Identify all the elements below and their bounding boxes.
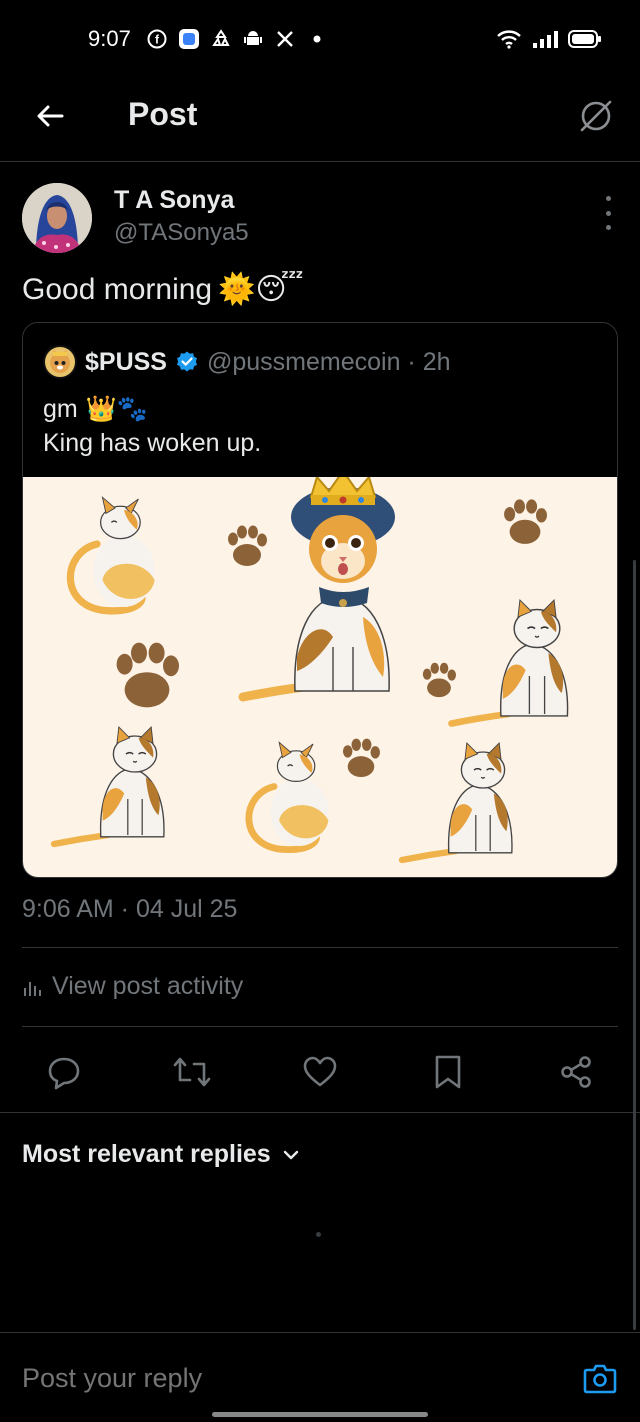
- loading-indicator: [316, 1232, 321, 1237]
- top-app-bar: Post: [0, 80, 640, 162]
- bookmark-icon: [435, 1055, 461, 1089]
- quoted-text-gm: gm: [43, 395, 78, 423]
- quoted-text-emoji: 👑🐾: [85, 395, 148, 423]
- view-post-activity-label: View post activity: [52, 972, 244, 1000]
- quoted-post-image[interactable]: [23, 469, 617, 877]
- like-icon: [303, 1056, 337, 1087]
- scrollbar[interactable]: [633, 560, 636, 1330]
- battery-icon: [568, 29, 602, 54]
- quoted-text-line2: King has woken up.: [43, 429, 262, 457]
- divider: [22, 1026, 618, 1027]
- author-avatar[interactable]: [22, 183, 92, 253]
- post-text-emoji: 🌞😴: [218, 273, 304, 306]
- back-arrow-icon: [37, 105, 64, 127]
- signal-icon: [532, 29, 558, 54]
- status-notification-icons: f: [146, 28, 328, 50]
- more-dot: [605, 196, 611, 201]
- more-dot: [605, 210, 611, 216]
- author-handle[interactable]: @TASonya5: [114, 219, 249, 247]
- like-button[interactable]: [296, 1048, 344, 1096]
- quoted-post-header: $PUSS @pussmemecoin · 2h: [43, 345, 451, 379]
- view-post-activity-link[interactable]: View post activity: [22, 972, 243, 1001]
- quoted-author-avatar[interactable]: [43, 345, 77, 379]
- recycle-icon: [210, 28, 232, 50]
- reply-icon: [48, 1057, 80, 1090]
- replies-sort-dropdown[interactable]: Most relevant replies: [22, 1140, 301, 1169]
- camera-icon: [583, 1364, 617, 1394]
- android-icon: [242, 28, 264, 50]
- post-timestamp: 9:06 AM · 04 Jul 25: [22, 895, 238, 923]
- reply-composer-bar: [0, 1332, 640, 1422]
- verified-badge-icon: [176, 351, 197, 372]
- divider: [0, 1112, 640, 1113]
- chevron-down-icon: [283, 1150, 298, 1159]
- home-indicator[interactable]: [212, 1412, 428, 1417]
- quoted-text-line1: gm 👑🐾: [43, 395, 148, 424]
- dot-icon: [306, 28, 328, 50]
- wifi-icon: [496, 28, 522, 55]
- quoted-author-name[interactable]: $PUSS: [85, 348, 167, 377]
- facebook-icon: f: [146, 28, 168, 50]
- share-button[interactable]: [552, 1048, 600, 1096]
- app-icon: [178, 28, 200, 50]
- divider: [22, 947, 618, 948]
- quoted-author-handle[interactable]: @pussmemecoin · 2h: [207, 348, 451, 377]
- bookmark-button[interactable]: [424, 1048, 472, 1096]
- status-bar: 9:07 f: [0, 0, 640, 80]
- status-system-icons: [496, 28, 602, 55]
- quoted-post-card[interactable]: $PUSS @pussmemecoin · 2h gm 👑🐾 King has …: [22, 322, 618, 878]
- status-time: 9:07: [88, 26, 131, 51]
- analytics-icon: [24, 981, 41, 996]
- post-text: Good morning 🌞😴: [22, 272, 304, 307]
- reply-input[interactable]: [22, 1363, 542, 1394]
- share-icon: [561, 1056, 591, 1088]
- repost-button[interactable]: [168, 1048, 216, 1096]
- more-dot: [605, 225, 611, 230]
- post-text-body: Good morning: [22, 272, 213, 306]
- more-options-button[interactable]: [596, 196, 620, 230]
- repost-icon: [173, 1057, 211, 1087]
- replies-sort-label: Most relevant replies: [22, 1140, 271, 1168]
- author-name[interactable]: T A Sonya: [114, 186, 234, 215]
- x-icon: [274, 28, 296, 50]
- grok-icon: [580, 100, 612, 132]
- svg-text:f: f: [155, 33, 160, 47]
- back-button[interactable]: [30, 96, 70, 136]
- camera-button[interactable]: [582, 1361, 618, 1395]
- post-actions-bar: [0, 1048, 640, 1096]
- page-title: Post: [128, 96, 198, 132]
- reply-button[interactable]: [40, 1048, 88, 1096]
- grok-button[interactable]: [574, 94, 618, 138]
